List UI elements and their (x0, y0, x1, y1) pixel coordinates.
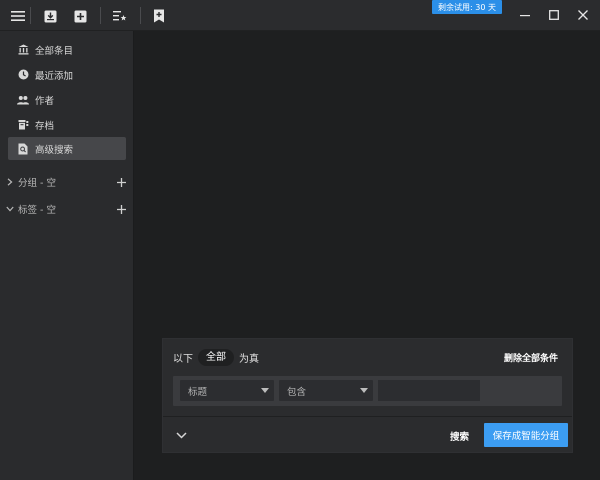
title-bar: 剩余试用: 30 天 (0, 0, 600, 31)
archive-icon (17, 119, 29, 131)
sidebar: 全部条目 最近添加 作者 存档 高级搜索 分组 - 空 标签 - 空 (0, 31, 134, 480)
trial-badge: 剩余试用: 30 天 (432, 0, 502, 14)
group-label: 分组 - 空 (18, 178, 56, 189)
condition-row: 标题 包含 (173, 376, 562, 406)
operator-select[interactable]: 包含 (279, 380, 373, 401)
group-section-tags[interactable]: 标签 - 空 (5, 201, 127, 217)
chevron-down-icon[interactable] (5, 204, 15, 214)
sidebar-item-recent[interactable]: 最近添加 (8, 63, 126, 86)
sidebar-item-authors[interactable]: 作者 (8, 88, 126, 111)
people-icon (17, 94, 29, 106)
field-select-value: 标题 (188, 386, 208, 398)
bank-icon (17, 44, 29, 56)
sidebar-item-label: 存档 (35, 120, 55, 132)
match-rule: 以下 全部 为真 (173, 348, 259, 367)
chevron-down-icon[interactable] (173, 427, 189, 443)
sidebar-item-all-items[interactable]: 全部条目 (8, 38, 126, 61)
match-suffix: 为真 (239, 354, 259, 365)
clock-icon (17, 69, 29, 81)
operator-select-value: 包含 (287, 386, 307, 398)
maximize-icon[interactable] (544, 5, 564, 25)
minimize-icon[interactable] (515, 5, 535, 25)
match-scope-select[interactable]: 全部 (198, 349, 234, 366)
import-icon[interactable] (40, 6, 60, 26)
group-label: 标签 - 空 (18, 205, 56, 216)
sidebar-item-label: 作者 (35, 95, 55, 107)
toolbar-divider (100, 7, 101, 24)
condition-value-input[interactable] (378, 380, 480, 401)
list-star-icon[interactable] (110, 6, 130, 26)
delete-all-conditions-button[interactable]: 删除全部条件 (504, 351, 558, 364)
add-tag-icon[interactable] (115, 203, 127, 215)
add-group-icon[interactable] (115, 176, 127, 188)
search-button[interactable]: 搜索 (450, 429, 469, 443)
bookmark-plus-icon[interactable] (149, 6, 169, 26)
advanced-search-panel: 以下 全部 为真 删除全部条件 标题 包含 搜索 保存成智能分组 (162, 338, 573, 453)
sidebar-item-advanced-search[interactable]: 高级搜索 (8, 137, 126, 160)
add-icon[interactable] (70, 6, 90, 26)
caret-down-icon (261, 388, 269, 393)
save-smart-group-button[interactable]: 保存成智能分组 (484, 423, 568, 447)
match-prefix: 以下 (173, 354, 193, 365)
sidebar-item-label: 最近添加 (35, 70, 74, 82)
field-select[interactable]: 标题 (180, 380, 274, 401)
toolbar-divider (30, 7, 31, 24)
group-section-groups[interactable]: 分组 - 空 (5, 174, 127, 190)
search-file-icon (17, 143, 29, 155)
chevron-right-icon[interactable] (5, 177, 15, 187)
menu-icon[interactable] (8, 6, 28, 26)
close-icon[interactable] (573, 5, 593, 25)
sidebar-item-label: 高级搜索 (35, 144, 74, 156)
panel-divider (163, 416, 572, 417)
sidebar-item-label: 全部条目 (35, 45, 74, 57)
caret-down-icon (360, 388, 368, 393)
sidebar-item-archive[interactable]: 存档 (8, 113, 126, 136)
toolbar-divider (140, 7, 141, 24)
